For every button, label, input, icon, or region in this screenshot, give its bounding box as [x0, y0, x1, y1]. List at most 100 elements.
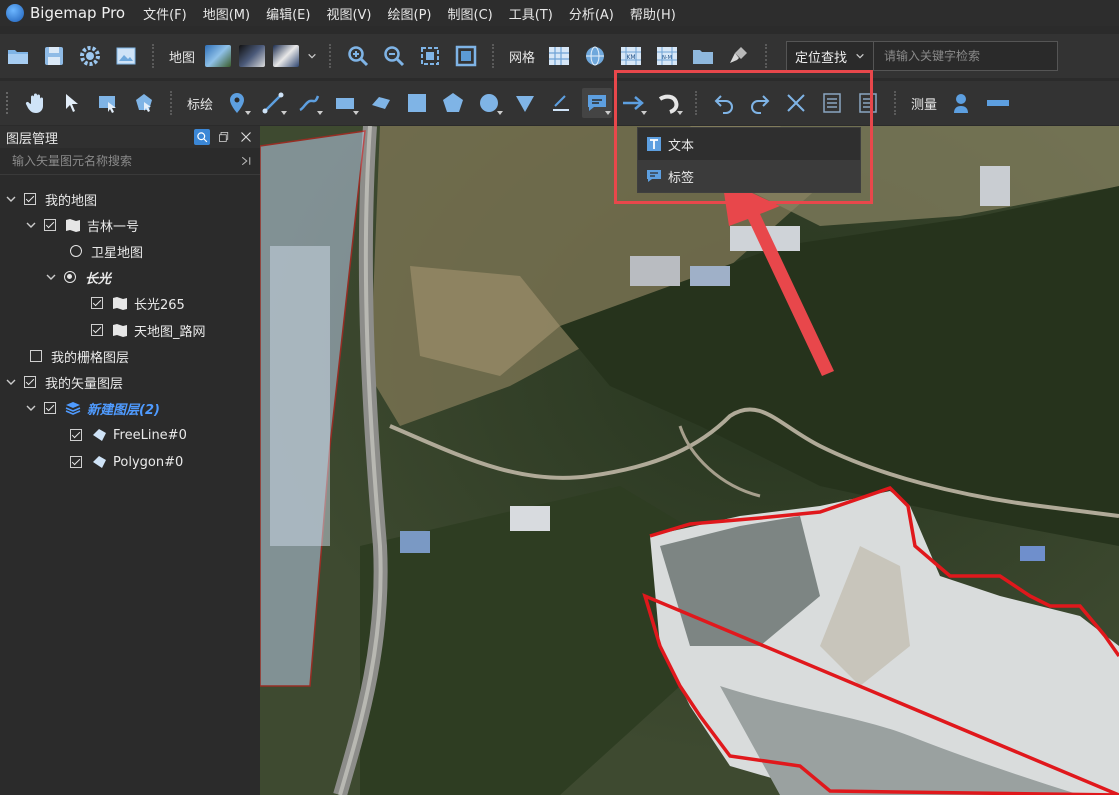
- collapse-panel-icon[interactable]: [240, 155, 252, 167]
- line-draw-icon[interactable]: [258, 88, 288, 118]
- km-grid-icon[interactable]: KM: [616, 41, 646, 71]
- menu-cartography[interactable]: 制图(C): [448, 4, 493, 23]
- locate-type-select[interactable]: 定位查找: [787, 42, 875, 70]
- text-label-tool-icon[interactable]: [582, 88, 613, 118]
- square-draw-icon[interactable]: [402, 88, 432, 118]
- dropdown-item-text[interactable]: 文本: [638, 128, 860, 160]
- grid-label: 网格: [509, 50, 536, 66]
- map-source-night-thumb[interactable]: [239, 45, 266, 67]
- pentagon-draw-icon[interactable]: [438, 88, 468, 118]
- pan-hand-icon[interactable]: [21, 88, 51, 118]
- brush-clear-icon[interactable]: [724, 41, 754, 71]
- menu-help[interactable]: 帮助(H): [630, 4, 676, 23]
- zoom-extent-icon[interactable]: [415, 41, 445, 71]
- tree-item-satellite[interactable]: 卫星地图: [70, 240, 143, 262]
- tree-item-my-map[interactable]: 我的地图: [6, 188, 97, 210]
- rectangle-draw-icon[interactable]: [330, 88, 360, 118]
- measure-point-icon[interactable]: [946, 88, 976, 118]
- polygon-select-icon[interactable]: [129, 88, 159, 118]
- layer-checkbox[interactable]: [44, 219, 56, 231]
- measure-label: 测量: [911, 97, 938, 113]
- tree-item-tianditu-roads[interactable]: 天地图_路网: [91, 319, 206, 341]
- annotate-label: 标绘: [187, 97, 214, 113]
- layer-checkbox[interactable]: [70, 456, 82, 468]
- tree-item-changguang[interactable]: 长光: [46, 266, 111, 288]
- save-icon[interactable]: [39, 41, 69, 71]
- open-folder-icon[interactable]: [3, 41, 33, 71]
- chevron-down-icon[interactable]: [306, 41, 318, 71]
- map-source-satellite-thumb[interactable]: [205, 45, 232, 67]
- map-book-icon: [113, 297, 127, 310]
- circle-draw-icon[interactable]: [474, 88, 504, 118]
- dropdown-item-label: 标签: [668, 170, 695, 186]
- tree-item-my-raster[interactable]: 我的栅格图层: [30, 345, 129, 367]
- zoom-out-icon[interactable]: [379, 41, 409, 71]
- map-source-more-thumb[interactable]: [273, 45, 300, 67]
- tree-item-freeline[interactable]: FreeLine#0: [70, 424, 187, 446]
- layer-checkbox[interactable]: [91, 324, 103, 336]
- menu-file[interactable]: 文件(F): [143, 4, 187, 23]
- chevron-down-icon[interactable]: [26, 403, 36, 413]
- layer-radio[interactable]: [64, 271, 76, 283]
- tree-item-my-vector[interactable]: 我的矢量图层: [6, 371, 123, 393]
- tree-item-label: 我的矢量图层: [45, 376, 124, 392]
- layer-radio[interactable]: [70, 245, 82, 257]
- layer-checkbox[interactable]: [24, 376, 36, 388]
- toolbar-grip[interactable]: [6, 92, 12, 114]
- chevron-down-icon[interactable]: [6, 377, 16, 387]
- chevron-down-icon[interactable]: [46, 272, 56, 282]
- undo-icon[interactable]: [709, 88, 739, 118]
- tree-item-label: 新建图层(2): [87, 402, 160, 418]
- layer-checkbox[interactable]: [70, 429, 82, 441]
- tree-item-label: Polygon#0: [113, 454, 184, 470]
- arrow-draw-icon[interactable]: [618, 88, 648, 118]
- menu-tools[interactable]: 工具(T): [509, 4, 553, 23]
- marker-pin-icon[interactable]: [222, 88, 252, 118]
- freehand-line-icon[interactable]: [294, 88, 324, 118]
- chevron-down-icon[interactable]: [6, 194, 16, 204]
- scissors-cut-icon[interactable]: [781, 88, 811, 118]
- layer-checkbox[interactable]: [30, 350, 42, 362]
- menu-map[interactable]: 地图(M): [203, 4, 250, 23]
- attribute-table-icon[interactable]: [853, 88, 883, 118]
- folder-grid-icon[interactable]: [688, 41, 718, 71]
- rect-select-icon[interactable]: [93, 88, 123, 118]
- chevron-down-icon[interactable]: [26, 220, 36, 230]
- tree-item-changguang265[interactable]: 长光265: [91, 292, 185, 314]
- layer-checkbox[interactable]: [44, 402, 56, 414]
- tree-item-new-layer[interactable]: 新建图层(2): [26, 397, 160, 419]
- curved-arrow-icon[interactable]: [654, 88, 684, 118]
- grid-icon[interactable]: [544, 41, 574, 71]
- menu-draw[interactable]: 绘图(P): [388, 4, 432, 23]
- zoom-in-icon[interactable]: [343, 41, 373, 71]
- close-icon[interactable]: [238, 129, 254, 145]
- tree-item-jilin1[interactable]: 吉林一号: [26, 214, 139, 236]
- float-panel-icon[interactable]: [216, 129, 232, 145]
- map-sheet-grid-icon[interactable]: N-M: [652, 41, 682, 71]
- select-arrow-icon[interactable]: [57, 88, 87, 118]
- tutorial-arrow-annotation: [722, 179, 834, 376]
- line-text-icon[interactable]: [546, 88, 576, 118]
- tree-item-polygon[interactable]: Polygon#0: [70, 451, 183, 473]
- sector-draw-icon[interactable]: [510, 88, 540, 118]
- settings-gear-icon[interactable]: [75, 41, 105, 71]
- keyword-search-input[interactable]: [874, 41, 1058, 71]
- menu-analysis[interactable]: 分析(A): [569, 4, 614, 23]
- measure-distance-icon[interactable]: [982, 88, 1012, 118]
- layer-search-input[interactable]: [10, 153, 240, 169]
- search-icon[interactable]: [194, 129, 210, 145]
- layer-checkbox[interactable]: [24, 193, 36, 205]
- redo-icon[interactable]: [745, 88, 775, 118]
- globe-grid-icon[interactable]: [580, 41, 610, 71]
- layer-checkbox[interactable]: [91, 297, 103, 309]
- map-label: 地图: [169, 50, 196, 66]
- map-canvas[interactable]: [260, 126, 1119, 795]
- full-extent-icon[interactable]: [451, 41, 481, 71]
- menu-edit[interactable]: 编辑(E): [266, 4, 310, 23]
- list-properties-icon[interactable]: [817, 88, 847, 118]
- menu-view[interactable]: 视图(V): [326, 4, 371, 23]
- image-export-icon[interactable]: [111, 41, 141, 71]
- parallelogram-draw-icon[interactable]: [366, 88, 396, 118]
- dropdown-item-label-tag[interactable]: 标签: [638, 160, 860, 192]
- svg-text:KM: KM: [626, 54, 635, 61]
